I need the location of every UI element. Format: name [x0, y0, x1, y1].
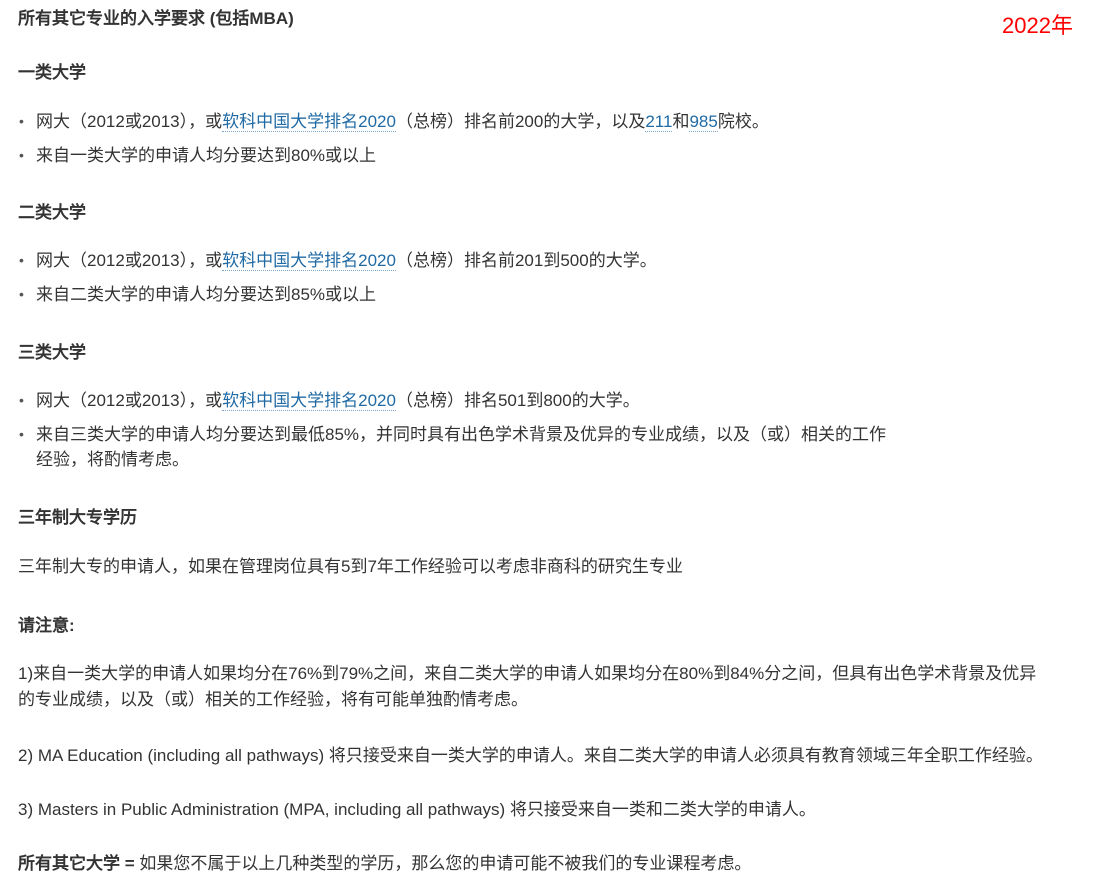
bullet-icon: •: [19, 426, 24, 442]
bullet-icon: •: [19, 252, 24, 268]
bullet-icon: •: [19, 113, 24, 129]
list-item: • 来自三类大学的申请人均分要达到最低85%，并同时具有出色学术背景及优异的专业…: [18, 422, 886, 472]
other-universities-note: 所有其它大学 = 如果您不属于以上几种类型的学历，那么您的申请可能不被我们的专业…: [18, 851, 1103, 877]
tier3-grade-line2: 经验，将酌情考虑。: [36, 450, 189, 469]
tier2-ranking-end: （总榜）排名前201到500的大学。: [395, 251, 657, 270]
list-item: • 网大（2012或2013），或软科中国大学排名2020（总榜）排名501到8…: [18, 388, 886, 413]
note-1-line2: 的专业成绩，以及（或）相关的工作经验，将有可能单独酌情考虑。: [18, 690, 528, 709]
tier3-ranking-text: 网大（2012或2013），或: [36, 391, 223, 410]
note-1: 1)来自一类大学的申请人如果均分在76%到79%之间，来自二类大学的申请人如果均…: [18, 661, 1103, 713]
note-2: 2) MA Education (including all pathways)…: [18, 746, 1043, 765]
tier3-ranking-end: （总榜）排名501到800的大学。: [395, 391, 640, 410]
link-211[interactable]: 211: [645, 112, 673, 132]
and-text: 和: [672, 112, 690, 131]
tier3-heading: 三类大学: [18, 343, 86, 362]
other-universities-label: 所有其它大学 =: [18, 854, 135, 873]
tier2-list: • 网大（2012或2013），或软科中国大学排名2020（总榜）排名前201到…: [18, 248, 657, 307]
tier1-list: • 网大（2012或2013），或软科中国大学排名2020（总榜）排名前200的…: [18, 109, 769, 168]
ranking-link[interactable]: 软科中国大学排名2020: [222, 391, 396, 411]
year-stamp: 2022年: [1002, 13, 1073, 38]
note-3: 3) Masters in Public Administration (MPA…: [18, 800, 816, 819]
bullet-icon: •: [19, 392, 24, 408]
other-universities-text: 如果您不属于以上几种类型的学历，那么您的申请可能不被我们的专业课程考虑。: [134, 854, 752, 873]
list-item: • 来自二类大学的申请人均分要达到85%或以上: [18, 282, 657, 307]
ranking-link[interactable]: 软科中国大学排名2020: [222, 251, 396, 271]
tier3-grade-line1: 来自三类大学的申请人均分要达到最低85%，并同时具有出色学术背景及优异的专业成绩…: [36, 425, 887, 444]
tier1-ranking-text: 网大（2012或2013），或: [36, 112, 223, 131]
tier1-heading: 一类大学: [18, 63, 86, 82]
list-item: • 来自一类大学的申请人均分要达到80%或以上: [18, 143, 769, 168]
diploma-heading: 三年制大专学历: [18, 508, 137, 527]
bullet-icon: •: [19, 147, 24, 163]
tier2-ranking-text: 网大（2012或2013），或: [36, 251, 223, 270]
tier3-list: • 网大（2012或2013），或软科中国大学排名2020（总榜）排名501到8…: [18, 388, 886, 472]
ranking-link[interactable]: 软科中国大学排名2020: [222, 112, 396, 132]
tier1-grade-text: 来自一类大学的申请人均分要达到80%或以上: [36, 146, 377, 165]
tier1-ranking-end: 院校。: [717, 112, 769, 131]
notes-heading: 请注意:: [18, 616, 75, 635]
page-title: 所有其它专业的入学要求 (包括MBA): [18, 9, 294, 28]
link-985[interactable]: 985: [689, 112, 718, 132]
tier2-heading: 二类大学: [18, 203, 86, 222]
tier2-grade-text: 来自二类大学的申请人均分要达到85%或以上: [36, 285, 377, 304]
list-item: • 网大（2012或2013），或软科中国大学排名2020（总榜）排名前200的…: [18, 109, 769, 134]
tier1-ranking-mid: （总榜）排名前200的大学，以及: [395, 112, 646, 131]
list-item: • 网大（2012或2013），或软科中国大学排名2020（总榜）排名前201到…: [18, 248, 657, 273]
diploma-text: 三年制大专的申请人，如果在管理岗位具有5到7年工作经验可以考虑非商科的研究生专业: [18, 557, 683, 576]
note-1-line1: 1)来自一类大学的申请人如果均分在76%到79%之间，来自二类大学的申请人如果均…: [18, 664, 1037, 683]
bullet-icon: •: [19, 286, 24, 302]
